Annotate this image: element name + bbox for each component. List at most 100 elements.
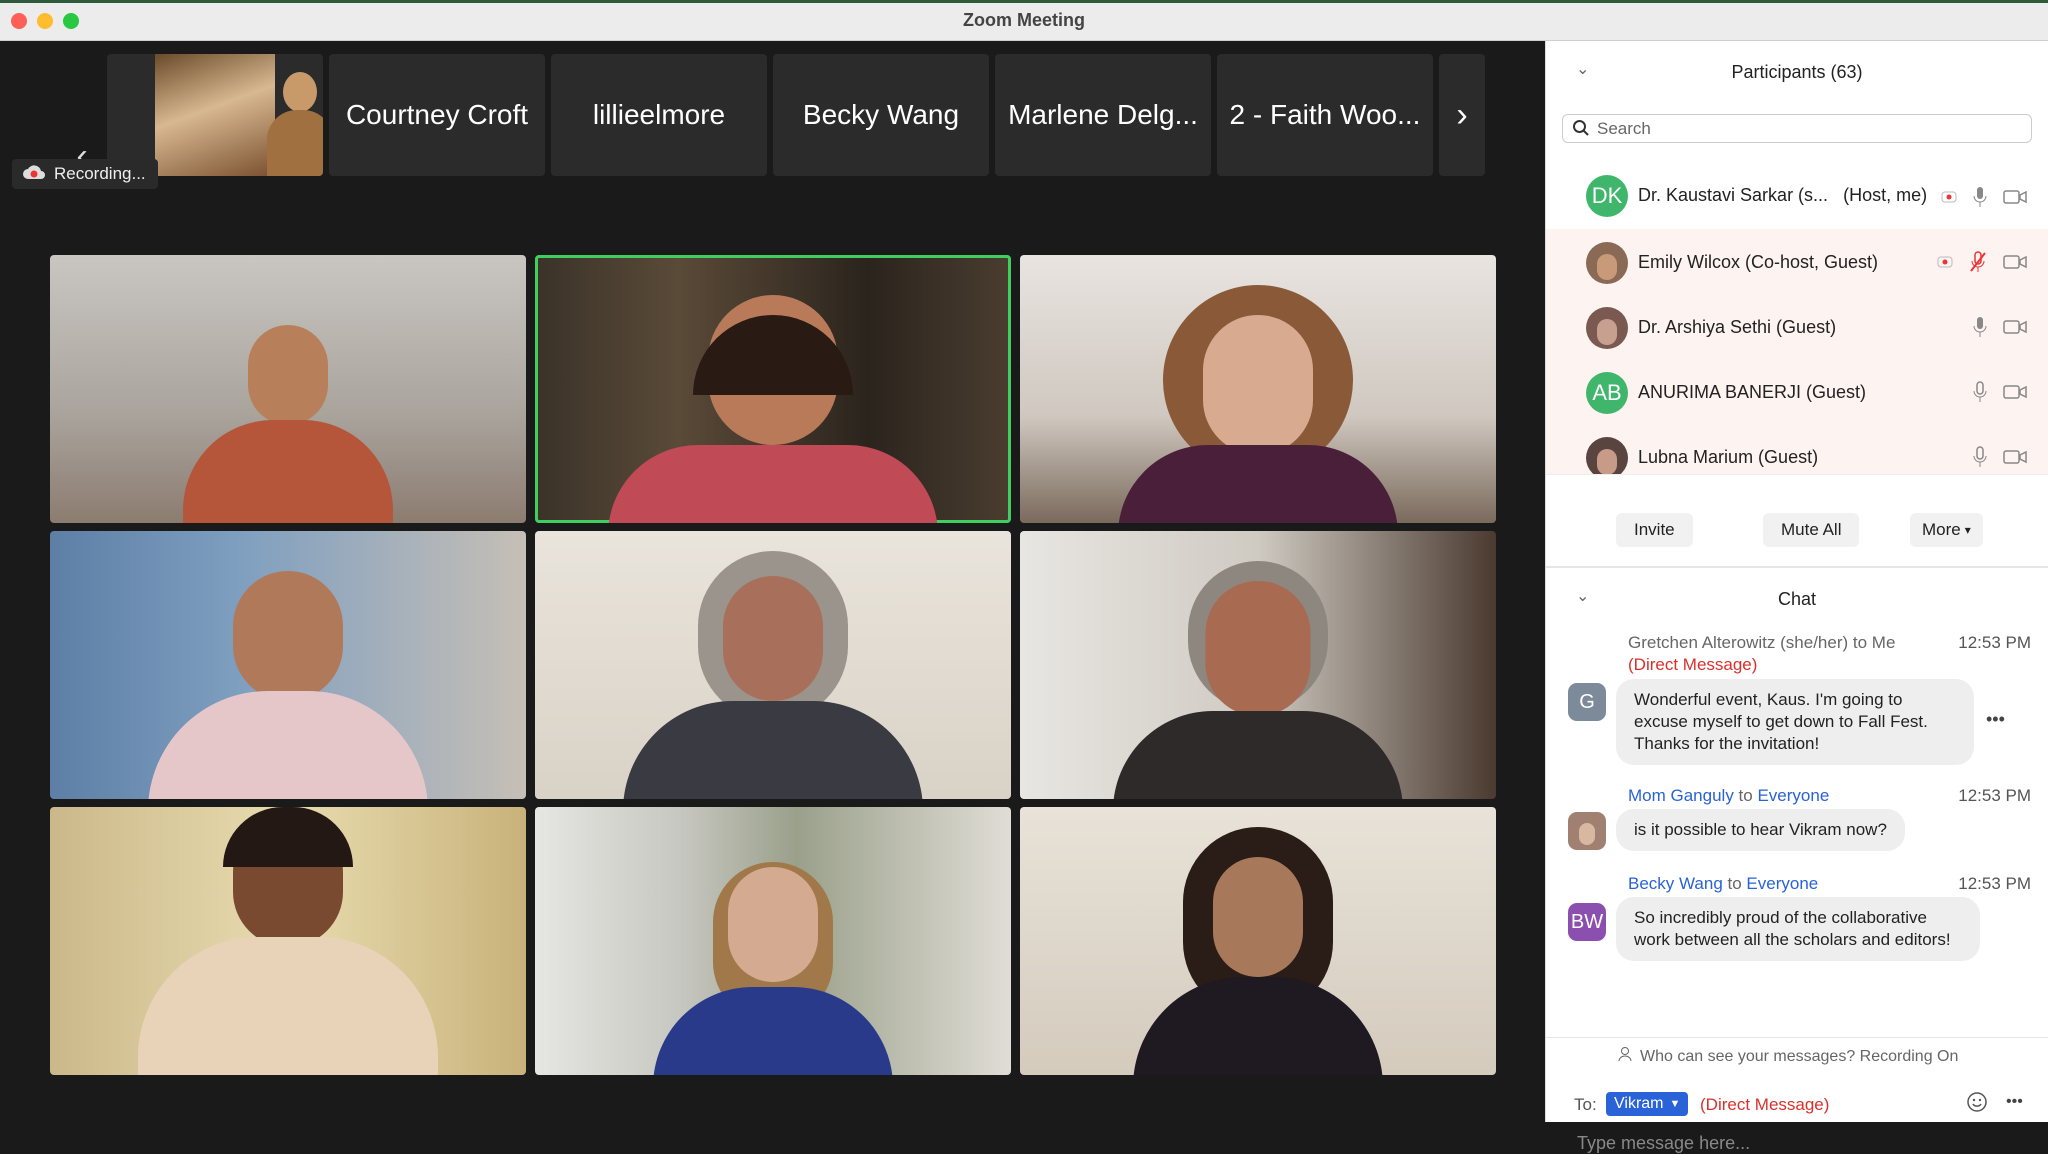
video-tile[interactable] <box>1020 807 1496 1075</box>
participant-row[interactable]: Dr. Arshiya Sethi (Guest) <box>1546 294 2048 359</box>
participant-name: Dr. Arshiya Sethi (Guest) <box>1638 317 1837 337</box>
chevron-down-icon: ▼ <box>1669 1098 1681 1110</box>
strip-tile-name[interactable]: Courtney Croft <box>329 54 545 176</box>
recording-dot-icon <box>1937 255 1953 274</box>
window-title: Zoom Meeting <box>963 10 1085 30</box>
participant-status-icons <box>1937 251 2027 278</box>
avatar <box>1586 242 1628 284</box>
participant-body <box>608 445 938 523</box>
participant-face <box>723 576 823 701</box>
chat-more-options-icon[interactable]: ••• <box>2006 1093 2023 1111</box>
participant-face <box>248 325 328 425</box>
chat-message-meta: Becky Wang to Everyone <box>1628 874 1819 893</box>
invite-button[interactable]: Invite <box>1616 513 1693 547</box>
recipient-select[interactable]: Vikram ▼ <box>1606 1092 1689 1116</box>
recipient-label: Vikram <box>1614 1095 1664 1112</box>
visibility-note: Who can see your messages? Recording On <box>1640 1047 1959 1065</box>
participant-body <box>1118 445 1398 523</box>
video-camera-icon[interactable] <box>2003 254 2027 275</box>
participants-header: Participants (63) <box>1731 62 1863 82</box>
strip-tile-name[interactable]: Marlene Delg... <box>995 54 1211 176</box>
video-tile[interactable] <box>535 807 1011 1075</box>
avatar <box>1586 307 1628 349</box>
microphone-icon[interactable] <box>1973 381 1987 408</box>
video-camera-icon[interactable] <box>2003 384 2027 405</box>
participant-name: Lubna Marium (Guest) <box>1638 447 1819 467</box>
participant-hair <box>223 807 353 867</box>
chevron-down-icon: ▾ <box>1964 523 1971 537</box>
strip-video-thumbnail <box>155 54 323 176</box>
chat-message-meta: Mom Ganguly to Everyone <box>1628 786 1830 805</box>
participant-status-icons <box>1973 316 2027 343</box>
microphone-icon[interactable] <box>1973 446 1987 473</box>
video-camera-icon[interactable] <box>2003 319 2027 340</box>
avatar: AB <box>1586 372 1628 414</box>
participant-face <box>1213 857 1303 977</box>
participant-body <box>138 937 438 1075</box>
participant-body <box>1133 977 1383 1075</box>
titlebar-accent-line <box>0 0 2048 3</box>
message-more-icon[interactable]: ••• <box>1986 709 2005 730</box>
strip-tile-name[interactable]: Becky Wang <box>773 54 989 176</box>
participants-search-input[interactable]: Search <box>1562 114 2032 143</box>
participant-body <box>183 420 393 523</box>
strip-tile-name[interactable]: lillieelmore <box>551 54 767 176</box>
video-tile[interactable] <box>1020 531 1496 799</box>
video-camera-icon[interactable] <box>2003 189 2027 210</box>
chat-message-bubble[interactable]: Wonderful event, Kaus. I'm going to excu… <box>1616 679 1974 765</box>
more-label: More <box>1922 520 1961 539</box>
recording-indicator[interactable]: Recording... <box>12 159 158 189</box>
microphone-icon[interactable] <box>1973 186 1987 213</box>
participant-row[interactable]: AB ANURIMA BANERJI (Guest) <box>1546 359 2048 424</box>
participant-body <box>623 701 923 799</box>
recording-label: Recording... <box>54 164 146 183</box>
strip-tile-video[interactable] <box>107 54 323 176</box>
video-tile[interactable] <box>50 531 526 799</box>
person-info-icon <box>1618 1046 1634 1067</box>
chat-message-bubble[interactable]: is it possible to hear Vikram now? <box>1616 809 1905 851</box>
participant-body <box>148 691 428 799</box>
participant-row[interactable]: Emily Wilcox (Co-host, Guest) <box>1546 229 2048 294</box>
avatar: G <box>1568 683 1606 721</box>
video-tile[interactable] <box>535 531 1011 799</box>
video-camera-icon[interactable] <box>2003 449 2027 470</box>
strip-prev-arrow[interactable]: ‹ <box>62 95 102 217</box>
video-tile[interactable] <box>50 807 526 1075</box>
chat-timestamp: 12:53 PM <box>1958 786 2031 805</box>
participant-face <box>233 571 343 701</box>
strip-next-arrow[interactable]: › <box>1439 54 1485 176</box>
chat-message-bubble[interactable]: So incredibly proud of the collaborative… <box>1616 897 1980 961</box>
more-button[interactable]: More ▾ <box>1910 513 1983 547</box>
participant-row[interactable]: Lubna Marium (Guest) <box>1546 424 2048 474</box>
chat-input[interactable]: Type message here... <box>1577 1133 1750 1154</box>
participant-name: ANURIMA BANERJI (Guest) <box>1638 382 1867 402</box>
muted-microphone-icon[interactable] <box>1969 251 1987 278</box>
divider <box>1546 1037 2048 1038</box>
chat-message-meta: Gretchen Alterowitz (she/her) to Me <box>1628 633 1896 652</box>
search-placeholder: Search <box>1597 118 1651 138</box>
search-icon <box>1572 119 1590 142</box>
participant-face <box>728 867 818 982</box>
emoji-icon[interactable] <box>1966 1091 1988 1118</box>
participant-row[interactable]: DK Dr. Kaustavi Sarkar (s... (Host, me) <box>1546 164 2048 229</box>
participant-face <box>1203 315 1313 455</box>
participant-status-icons <box>1973 381 2027 408</box>
cloud-recording-icon <box>22 164 46 185</box>
avatar: BW <box>1568 903 1606 941</box>
strip-tile-name[interactable]: 2 - Faith Woo... <box>1217 54 1433 176</box>
avatar: DK <box>1586 175 1628 217</box>
video-tile[interactable] <box>1020 255 1496 523</box>
microphone-icon[interactable] <box>1973 316 1987 343</box>
direct-message-tag: (Direct Message) <box>1628 655 1758 674</box>
side-panel: ⌄ Participants (63) Search DK Dr. Kausta… <box>1545 41 2048 1153</box>
chat-timestamp: 12:53 PM <box>1958 874 2031 893</box>
video-tile-active-speaker[interactable] <box>535 255 1011 523</box>
direct-message-tag: (Direct Message) <box>1700 1095 1830 1114</box>
chat-header: Chat <box>1777 589 1817 609</box>
recording-dot-icon <box>1941 190 1957 209</box>
mute-all-button[interactable]: Mute All <box>1763 513 1860 547</box>
avatar <box>1568 812 1606 850</box>
message-visibility-link[interactable]: Who can see your messages? Recording On <box>1618 1046 1958 1067</box>
video-tile[interactable] <box>50 255 526 523</box>
window-titlebar: Zoom Meeting <box>0 0 2048 41</box>
